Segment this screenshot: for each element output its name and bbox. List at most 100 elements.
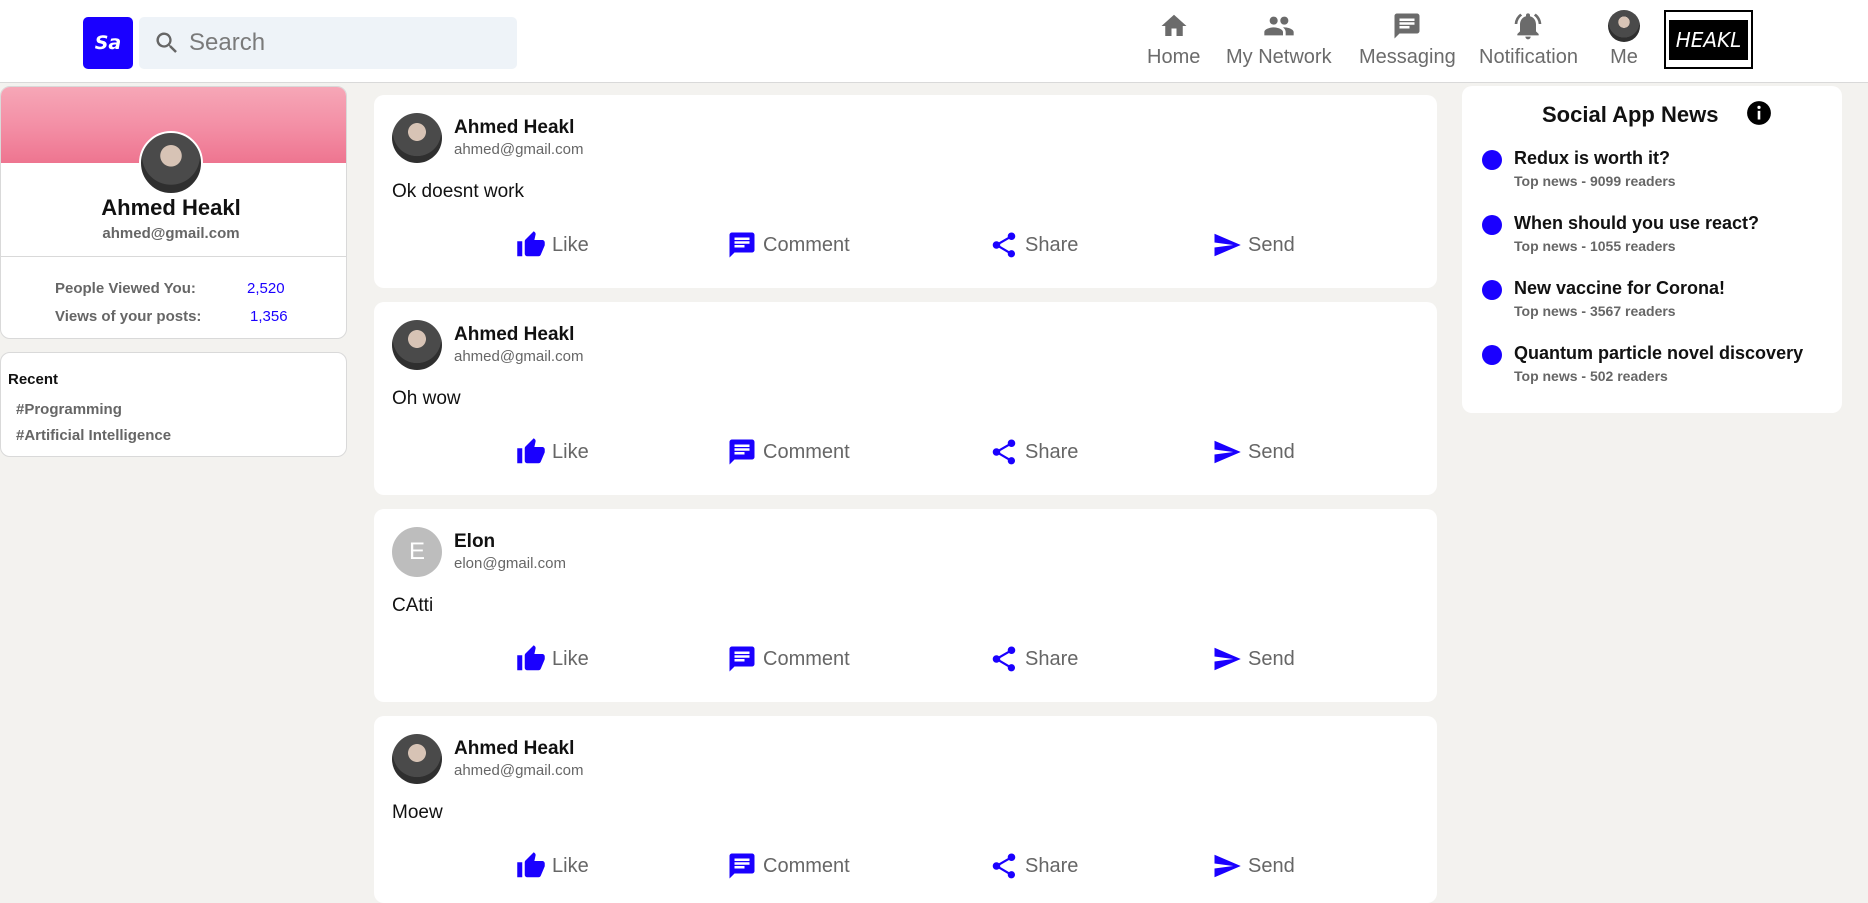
- post-author[interactable]: Ahmed Heakl: [454, 738, 574, 760]
- share-icon: [992, 853, 1016, 879]
- post-avatar[interactable]: E: [392, 527, 442, 577]
- notification-icon: [1515, 13, 1542, 40]
- post-text: Oh wow: [392, 388, 461, 409]
- post-email: elon@gmail.com: [454, 555, 566, 572]
- avatar: [1608, 10, 1640, 42]
- nav-messaging[interactable]: Messaging: [1359, 10, 1456, 72]
- like-label: Like: [552, 854, 589, 877]
- share-icon: [992, 232, 1016, 258]
- post-avatar[interactable]: [392, 734, 442, 784]
- profile-email: ahmed@gmail.com: [102, 225, 240, 242]
- comment-button[interactable]: Comment: [727, 850, 850, 882]
- send-button[interactable]: Send: [1212, 436, 1295, 468]
- share-label: Share: [1025, 854, 1079, 877]
- like-button[interactable]: Like: [516, 643, 589, 675]
- like-button[interactable]: Like: [516, 850, 589, 882]
- nav-messaging-label: Messaging: [1359, 46, 1456, 68]
- post-email: ahmed@gmail.com: [454, 762, 584, 779]
- news-card: Social App News Redux is worth it? Top n…: [1462, 86, 1842, 413]
- like-label: Like: [552, 647, 589, 670]
- nav-home[interactable]: Home: [1147, 10, 1200, 72]
- recent-title: Recent: [8, 371, 59, 388]
- stat-value-post-views[interactable]: 1,356: [250, 308, 288, 325]
- nav-home-label: Home: [1147, 46, 1201, 68]
- send-label: Send: [1248, 854, 1295, 877]
- news-bullet: [1482, 150, 1502, 170]
- thumbs-up-icon: [517, 645, 545, 671]
- post-avatar[interactable]: [392, 320, 442, 370]
- post-author[interactable]: Elon: [454, 531, 495, 553]
- send-icon: [1214, 440, 1241, 464]
- news-bullet: [1482, 280, 1502, 300]
- share-button[interactable]: Share: [989, 850, 1078, 882]
- profile-divider: [1, 256, 346, 257]
- send-label: Send: [1248, 647, 1295, 670]
- send-icon: [1214, 233, 1241, 257]
- nav-notification[interactable]: Notification: [1479, 10, 1578, 72]
- share-button[interactable]: Share: [989, 436, 1078, 468]
- post-card: Ahmed Heakl ahmed@gmail.com Oh wow Like …: [374, 302, 1437, 495]
- share-label: Share: [1025, 233, 1079, 256]
- post-card: E Elon elon@gmail.com CAtti Like Comment…: [374, 509, 1437, 702]
- thumbs-up-icon: [517, 438, 545, 464]
- brand-logo[interactable]: HEAKL: [1664, 10, 1753, 69]
- comment-button[interactable]: Comment: [727, 643, 850, 675]
- send-button[interactable]: Send: [1212, 229, 1295, 261]
- comment-label: Comment: [763, 854, 850, 877]
- news-headline[interactable]: Quantum particle novel discovery: [1514, 343, 1803, 364]
- send-button[interactable]: Send: [1212, 643, 1295, 675]
- nav-my-network[interactable]: My Network: [1226, 10, 1332, 72]
- comment-button[interactable]: Comment: [727, 436, 850, 468]
- send-icon: [1214, 647, 1241, 671]
- comment-label: Comment: [763, 233, 850, 256]
- app-logo[interactable]: Sa: [83, 17, 133, 69]
- info-icon[interactable]: [1746, 100, 1772, 126]
- nav-me[interactable]: Me: [1608, 10, 1640, 72]
- send-button[interactable]: Send: [1212, 850, 1295, 882]
- news-subtext: Top news - 9099 readers: [1514, 173, 1676, 189]
- share-label: Share: [1025, 647, 1079, 670]
- like-button[interactable]: Like: [516, 229, 589, 261]
- comment-button[interactable]: Comment: [727, 229, 850, 261]
- comment-icon: [729, 439, 755, 465]
- like-button[interactable]: Like: [516, 436, 589, 468]
- profile-card: Ahmed Heakl ahmed@gmail.com People Viewe…: [0, 86, 347, 339]
- share-button[interactable]: Share: [989, 643, 1078, 675]
- post-author[interactable]: Ahmed Heakl: [454, 117, 574, 139]
- news-headline[interactable]: When should you use react?: [1514, 213, 1759, 234]
- thumbs-up-icon: [517, 231, 545, 257]
- search-input[interactable]: [189, 29, 489, 57]
- post-email: ahmed@gmail.com: [454, 348, 584, 365]
- news-bullet: [1482, 215, 1502, 235]
- search-bar[interactable]: [139, 17, 517, 69]
- recent-tag[interactable]: #Artificial Intelligence: [16, 427, 171, 444]
- share-icon: [992, 646, 1016, 672]
- stat-value-viewed[interactable]: 2,520: [247, 280, 285, 297]
- share-label: Share: [1025, 440, 1079, 463]
- news-headline[interactable]: New vaccine for Corona!: [1514, 278, 1725, 299]
- nav-my-network-label: My Network: [1226, 46, 1332, 68]
- avatar-letter: E: [408, 538, 425, 565]
- profile-avatar[interactable]: [139, 131, 203, 195]
- recent-tag[interactable]: #Programming: [16, 401, 122, 418]
- comment-icon: [729, 853, 755, 879]
- top-navbar: Sa Home My Network Messaging Notificatio…: [0, 0, 1868, 83]
- send-label: Send: [1248, 440, 1295, 463]
- post-author[interactable]: Ahmed Heakl: [454, 324, 574, 346]
- profile-name[interactable]: Ahmed Heakl: [1, 195, 341, 221]
- news-title: Social App News: [1542, 102, 1719, 127]
- post-text: Moew: [392, 802, 443, 823]
- nav-notification-label: Notification: [1479, 46, 1578, 68]
- share-icon: [992, 439, 1016, 465]
- home-icon: [1161, 14, 1187, 36]
- messaging-icon: [1394, 13, 1420, 39]
- news-subtext: Top news - 1055 readers: [1514, 238, 1676, 254]
- share-button[interactable]: Share: [989, 229, 1078, 261]
- send-icon: [1214, 854, 1241, 878]
- search-icon: [156, 32, 177, 53]
- news-headline[interactable]: Redux is worth it?: [1514, 148, 1670, 169]
- comment-icon: [729, 232, 755, 258]
- network-icon: [1264, 16, 1294, 36]
- news-subtext: Top news - 502 readers: [1514, 368, 1668, 384]
- post-avatar[interactable]: [392, 113, 442, 163]
